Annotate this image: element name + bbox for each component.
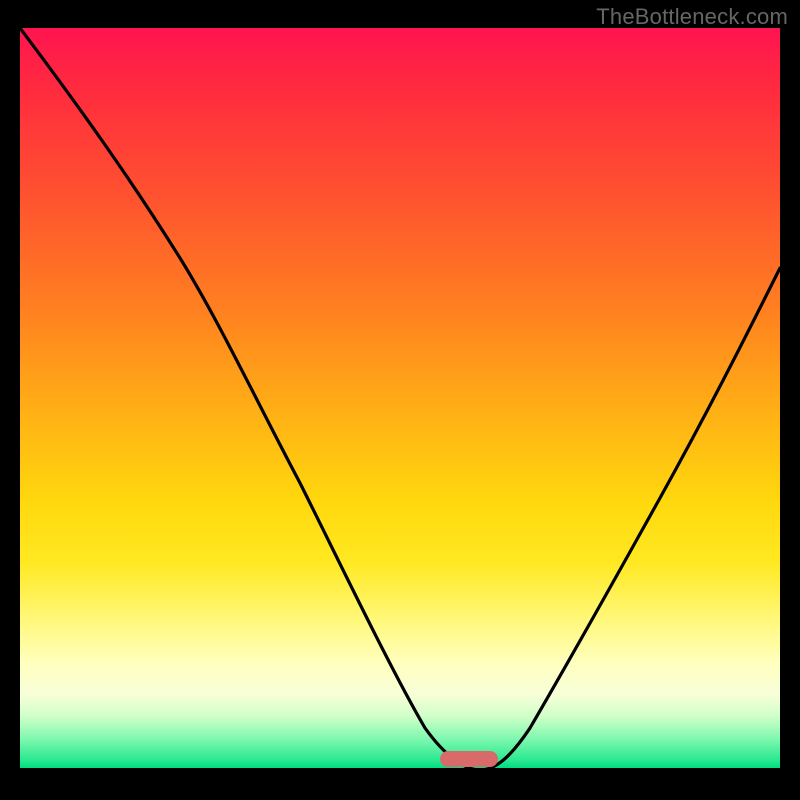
bottleneck-curve <box>20 28 780 781</box>
chart-frame <box>20 28 780 788</box>
x-axis-baseline <box>20 768 780 781</box>
watermark-text: TheBottleneck.com <box>596 4 788 30</box>
optimal-range-marker <box>440 751 498 767</box>
plot-area <box>20 28 780 781</box>
curve-path <box>20 28 780 770</box>
